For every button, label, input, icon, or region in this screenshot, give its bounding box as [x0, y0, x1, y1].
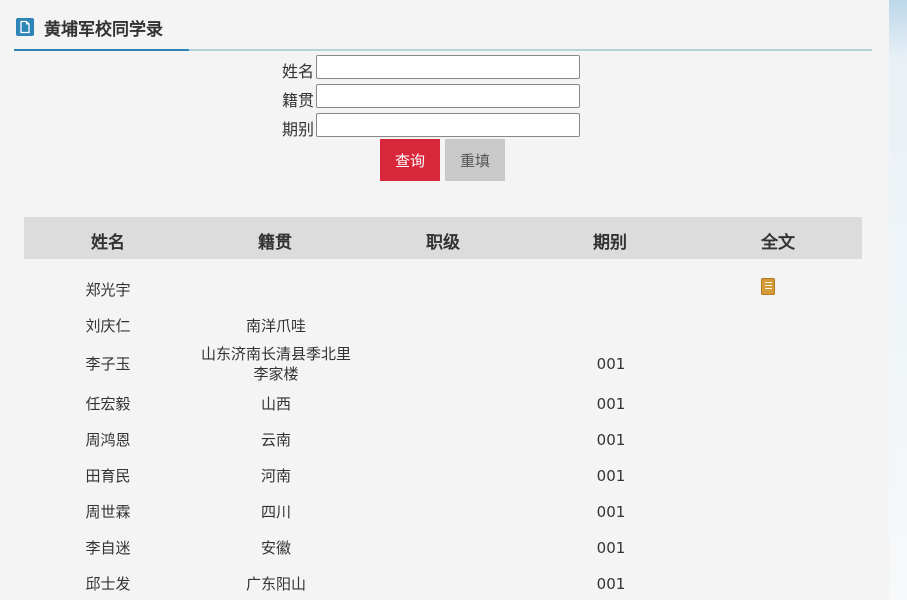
col-header-rank: 职级	[426, 233, 460, 253]
cell-name: 李子玉	[85, 355, 131, 373]
cell-origin: 广东阳山	[245, 575, 306, 593]
cell-name: 邱士发	[85, 575, 131, 593]
cell-origin: 安徽	[260, 539, 291, 557]
main-panel: 黄埔军校同学录 姓名 籍贯 期别 查询 重填 姓名 籍贯 职级 期别 全文 郑光…	[0, 0, 889, 600]
col-header-origin: 籍贯	[258, 233, 292, 253]
cell-period: 001	[596, 539, 626, 557]
cell-period: 001	[596, 503, 626, 521]
cell-origin: 山西	[260, 395, 291, 413]
cell-period: 001	[596, 395, 626, 413]
cell-period: 001	[596, 575, 626, 593]
cell-name: 李自迷	[85, 539, 131, 557]
cell-origin: 南洋爪哇	[245, 317, 306, 335]
document-icon	[16, 18, 34, 36]
page-header: 黄埔军校同学录	[14, 12, 872, 52]
name-row: 姓名	[250, 55, 590, 81]
table-header: 姓名 籍贯 职级 期别 全文	[24, 217, 862, 259]
name-input[interactable]	[316, 55, 580, 79]
period-input[interactable]	[316, 113, 580, 137]
cell-period: 001	[596, 355, 626, 373]
book-icon[interactable]	[761, 278, 775, 295]
name-label: 姓名	[281, 62, 314, 81]
cell-origin: 云南	[260, 431, 291, 449]
header-divider-accent	[14, 49, 189, 51]
cell-name: 任宏毅	[85, 395, 131, 413]
period-label: 期别	[281, 120, 314, 139]
cell-name: 周世霖	[85, 503, 131, 521]
reset-button[interactable]: 重填	[445, 139, 505, 181]
col-header-name: 姓名	[91, 233, 125, 253]
query-button[interactable]: 查询	[380, 139, 440, 181]
cell-origin: 四川	[260, 503, 291, 521]
origin-row: 籍贯	[250, 84, 590, 110]
cell-name: 刘庆仁	[85, 317, 131, 335]
cell-period: 001	[596, 431, 626, 449]
cell-name: 田育民	[85, 467, 131, 485]
page-title: 黄埔军校同学录	[44, 20, 163, 40]
window-edge	[889, 0, 907, 600]
origin-label: 籍贯	[281, 91, 314, 110]
cell-name: 郑光宇	[85, 281, 131, 299]
origin-input[interactable]	[316, 84, 580, 108]
col-header-period: 期别	[593, 233, 627, 253]
cell-origin: 山东济南长清县季北里李家楼	[200, 345, 351, 383]
cell-period: 001	[596, 467, 626, 485]
period-row: 期别	[250, 113, 590, 139]
cell-origin: 河南	[260, 467, 291, 485]
col-header-fulltext: 全文	[761, 233, 795, 253]
cell-name: 周鸿恩	[85, 431, 131, 449]
